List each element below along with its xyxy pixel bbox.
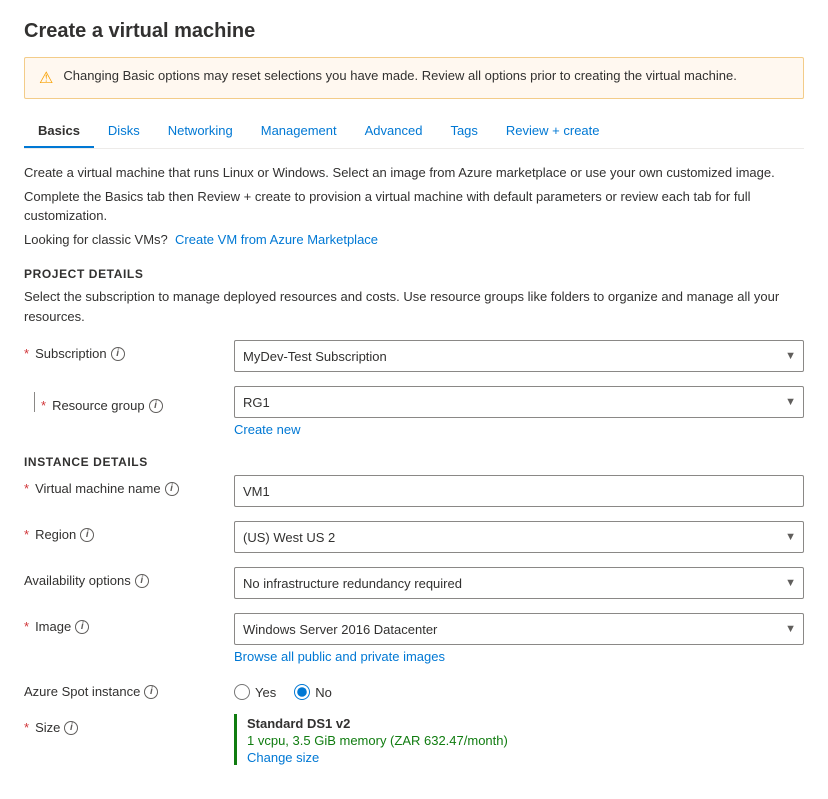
region-row: * Region i (US) West US 2(US) East US(US… xyxy=(24,521,804,553)
vm-name-label: * Virtual machine name i xyxy=(24,475,234,496)
tab-advanced[interactable]: Advanced xyxy=(351,115,437,148)
spot-yes-option[interactable]: Yes xyxy=(234,684,276,700)
size-row: * Size i Standard DS1 v2 1 vcpu, 3.5 GiB… xyxy=(24,714,804,765)
project-details-section-title: PROJECT DETAILS xyxy=(24,267,804,281)
size-label: * Size i xyxy=(24,714,234,735)
resource-group-indent: * Resource group i xyxy=(24,386,234,413)
vm-name-required-marker: * xyxy=(24,481,29,496)
subscription-select-wrapper: MyDev-Test Subscription ▼ xyxy=(234,340,804,372)
spot-instance-info-icon[interactable]: i xyxy=(144,685,158,699)
subscription-row: * Subscription i MyDev-Test Subscription… xyxy=(24,340,804,372)
image-control: Windows Server 2016 DatacenterUbuntu Ser… xyxy=(234,613,804,664)
subscription-label: * Subscription i xyxy=(24,340,234,361)
resource-group-label: * Resource group i xyxy=(41,392,251,413)
region-control: (US) West US 2(US) East US(US) Central U… xyxy=(234,521,804,553)
size-name: Standard DS1 v2 xyxy=(247,716,804,731)
classic-vms-link[interactable]: Create VM from Azure Marketplace xyxy=(175,232,378,247)
indent-line xyxy=(34,392,35,412)
warning-icon: ⚠ xyxy=(39,68,53,88)
availability-select-wrapper: No infrastructure redundancy requiredAva… xyxy=(234,567,804,599)
tab-bar: Basics Disks Networking Management Advan… xyxy=(24,115,804,149)
tab-management[interactable]: Management xyxy=(247,115,351,148)
tab-review-create[interactable]: Review + create xyxy=(492,115,614,148)
subscription-required-marker: * xyxy=(24,346,29,361)
create-new-rg-link[interactable]: Create new xyxy=(234,422,804,437)
description-line1: Create a virtual machine that runs Linux… xyxy=(24,163,804,183)
project-details-desc: Select the subscription to manage deploy… xyxy=(24,287,804,326)
region-select-wrapper: (US) West US 2(US) East US(US) Central U… xyxy=(234,521,804,553)
spot-instance-control: Yes No xyxy=(234,678,804,700)
vm-name-row: * Virtual machine name i xyxy=(24,475,804,507)
region-select[interactable]: (US) West US 2(US) East US(US) Central U… xyxy=(234,521,804,553)
size-control: Standard DS1 v2 1 vcpu, 3.5 GiB memory (… xyxy=(234,714,804,765)
tab-basics[interactable]: Basics xyxy=(24,115,94,148)
browse-images-link[interactable]: Browse all public and private images xyxy=(234,649,804,664)
vm-name-input[interactable] xyxy=(234,475,804,507)
subscription-select[interactable]: MyDev-Test Subscription xyxy=(234,340,804,372)
spot-yes-label: Yes xyxy=(255,685,276,700)
region-label: * Region i xyxy=(24,521,234,542)
resource-group-control: RG1 ▼ Create new xyxy=(234,386,804,437)
spot-radio-group: Yes No xyxy=(234,678,804,700)
spot-yes-radio[interactable] xyxy=(234,684,250,700)
tab-tags[interactable]: Tags xyxy=(436,115,491,148)
image-select[interactable]: Windows Server 2016 DatacenterUbuntu Ser… xyxy=(234,613,804,645)
resource-group-info-icon[interactable]: i xyxy=(149,399,163,413)
instance-details-section-title: INSTANCE DETAILS xyxy=(24,455,804,469)
subscription-info-icon[interactable]: i xyxy=(111,347,125,361)
image-row: * Image i Windows Server 2016 Datacenter… xyxy=(24,613,804,664)
spot-no-option[interactable]: No xyxy=(294,684,332,700)
tab-networking[interactable]: Networking xyxy=(154,115,247,148)
spot-instance-label: Azure Spot instance i xyxy=(24,678,234,699)
page-title: Create a virtual machine xyxy=(24,20,804,43)
image-required-marker: * xyxy=(24,619,29,634)
region-required-marker: * xyxy=(24,527,29,542)
spot-no-label: No xyxy=(315,685,332,700)
availability-label: Availability options i xyxy=(24,567,234,588)
image-info-icon[interactable]: i xyxy=(75,620,89,634)
resource-group-select-wrapper: RG1 ▼ xyxy=(234,386,804,418)
size-specs: 1 vcpu, 3.5 GiB memory (ZAR 632.47/month… xyxy=(247,733,804,748)
subscription-control: MyDev-Test Subscription ▼ xyxy=(234,340,804,372)
spot-instance-row: Azure Spot instance i Yes No xyxy=(24,678,804,700)
alert-message: Changing Basic options may reset selecti… xyxy=(63,68,736,83)
spot-no-radio[interactable] xyxy=(294,684,310,700)
size-required-marker: * xyxy=(24,720,29,735)
description-line2: Complete the Basics tab then Review + cr… xyxy=(24,187,804,226)
tab-disks[interactable]: Disks xyxy=(94,115,154,148)
availability-row: Availability options i No infrastructure… xyxy=(24,567,804,599)
alert-banner: ⚠ Changing Basic options may reset selec… xyxy=(24,57,804,99)
resource-group-select[interactable]: RG1 xyxy=(234,386,804,418)
resource-group-row: * Resource group i RG1 ▼ Create new xyxy=(24,386,804,437)
size-info-icon[interactable]: i xyxy=(64,721,78,735)
change-size-link[interactable]: Change size xyxy=(247,750,804,765)
size-display: Standard DS1 v2 1 vcpu, 3.5 GiB memory (… xyxy=(234,714,804,765)
availability-control: No infrastructure redundancy requiredAva… xyxy=(234,567,804,599)
image-select-wrapper: Windows Server 2016 DatacenterUbuntu Ser… xyxy=(234,613,804,645)
resource-group-required-marker: * xyxy=(41,398,46,413)
vm-name-control xyxy=(234,475,804,507)
region-info-icon[interactable]: i xyxy=(80,528,94,542)
vm-name-info-icon[interactable]: i xyxy=(165,482,179,496)
availability-select[interactable]: No infrastructure redundancy requiredAva… xyxy=(234,567,804,599)
availability-info-icon[interactable]: i xyxy=(135,574,149,588)
classic-vms-text: Looking for classic VMs? Create VM from … xyxy=(24,230,804,250)
image-label: * Image i xyxy=(24,613,234,634)
